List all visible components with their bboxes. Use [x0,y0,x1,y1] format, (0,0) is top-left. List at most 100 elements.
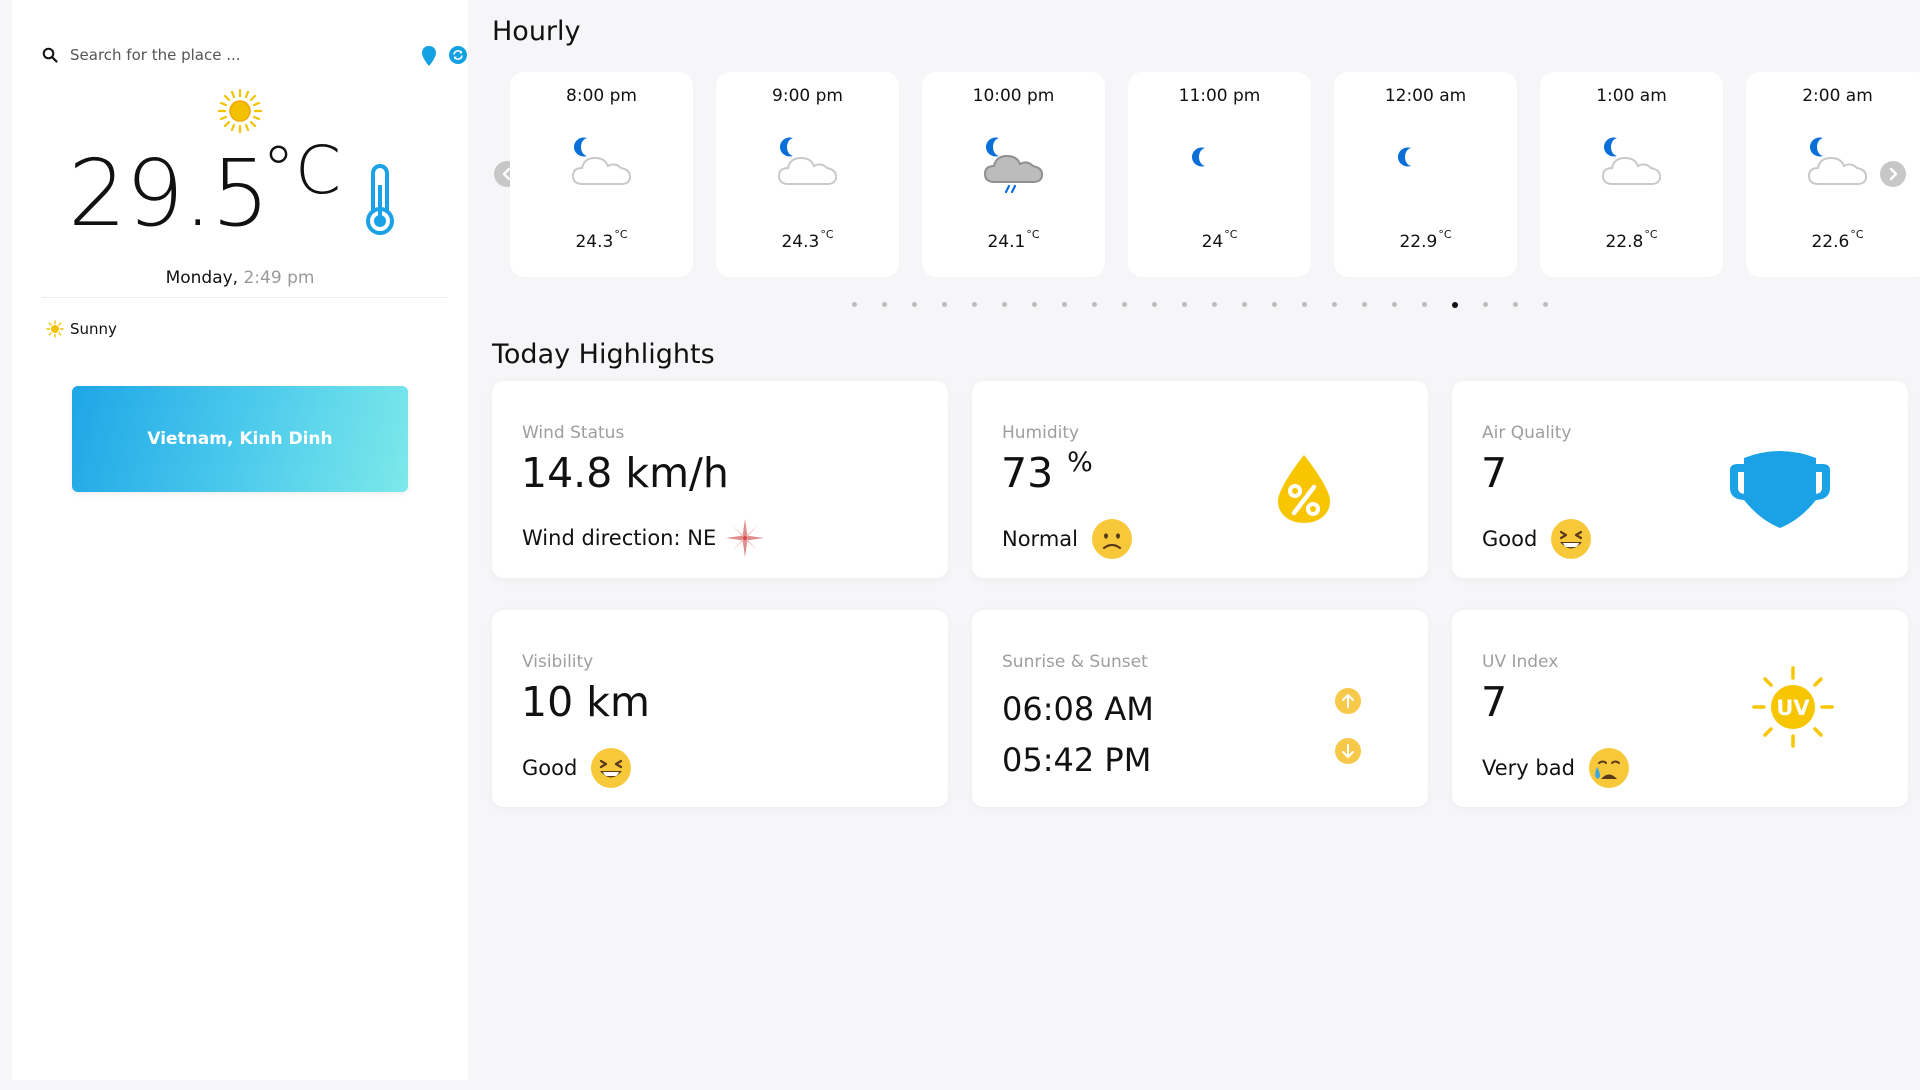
pagination-dot[interactable] [1092,302,1097,307]
pagination-dot[interactable] [1182,302,1187,307]
face-mask-icon [1730,451,1830,528]
uv-value: 7 [1481,678,1508,726]
pagination-dot[interactable] [1212,302,1217,307]
pagination-dot[interactable] [882,302,887,307]
location-pin-icon[interactable] [419,45,439,67]
highlights-title: Today Highlights [492,339,715,370]
pagination-dot[interactable] [852,302,857,307]
sunrise-sunset-card: Sunrise & Sunset 06:08 AM 05:42 PM [972,610,1428,807]
compass-icon [726,518,765,558]
hourly-temperature: 24.3°C [716,228,899,252]
air-quality-label: Air Quality [1482,423,1572,443]
hourly-temp-unit: °C [1224,228,1238,241]
visibility-card: Visibility 10 km Good [492,610,948,807]
date-time: Monday, 2:49 pm [12,268,468,288]
pagination-dot[interactable] [1513,302,1518,307]
hourly-temp-value: 22.9 [1399,232,1438,252]
pagination-dot[interactable] [1242,302,1247,307]
uv-label: UV Index [1482,652,1559,672]
pagination-dot[interactable] [1272,302,1277,307]
uv-status: Very bad [1482,756,1575,780]
condition-row: Sunny [46,320,117,338]
refresh-icon[interactable] [448,45,468,65]
hourly-temp-value: 22.8 [1605,232,1644,252]
carousel-next-button[interactable] [1880,161,1906,187]
uv-index-card: UV Index 7 Very bad UV [1452,610,1908,807]
pagination-dot[interactable] [1362,302,1367,307]
pagination-dot[interactable] [1062,302,1067,307]
pagination-dot[interactable] [1152,302,1157,307]
hourly-time: 10:00 pm [972,86,1055,106]
current-temperature: 29.5 [68,140,270,247]
pagination-dot[interactable] [1332,302,1337,307]
pagination-dot[interactable] [1032,302,1037,307]
condition-label: Sunny [70,320,117,338]
hourly-card[interactable]: 9:00 pm 24.3°C [716,72,899,277]
pagination-dot[interactable] [1483,302,1488,307]
hourly-temp-unit: °C [1644,228,1658,241]
wind-value: 14.8 km/h [521,449,729,497]
hourly-card[interactable]: 8:00 pm 24.3°C [510,72,693,277]
pagination-dot[interactable] [1002,302,1007,307]
hourly-temp-unit: °C [1850,228,1864,241]
wind-direction: Wind direction: NE [522,526,717,550]
hourly-time: 9:00 pm [772,86,843,106]
hourly-card[interactable]: 11:00 pm 24°C [1128,72,1311,277]
moon-rain-cloud-icon [983,137,1044,194]
wind-status-card: Wind Status 14.8 km/h Wind direction: NE [492,381,948,578]
sun-icon [217,88,263,134]
moon-cloud-icon [1601,137,1662,185]
current-time: 2:49 pm [243,268,315,288]
humidity-label: Humidity [1002,423,1080,443]
sunrise-time: 06:08 AM [1002,690,1154,728]
pagination-dot[interactable] [972,302,977,307]
sunset-time: 05:42 PM [1002,741,1152,779]
hourly-card[interactable]: 10:00 pm 24.1°C [922,72,1105,277]
hourly-time: 8:00 pm [566,86,637,106]
air-quality-status-row: Good [1482,517,1593,561]
frown-emoji-icon [1091,519,1132,559]
hourly-temp-unit: °C [1438,228,1452,241]
visibility-status: Good [522,756,578,780]
visibility-status-row: Good [522,746,633,790]
hourly-temp-value: 24 [1201,232,1224,252]
hourly-temp-unit: °C [614,228,628,241]
humidity-value-row: 73% [1001,447,1093,497]
arrow-up-circle-icon [1335,688,1361,714]
hourly-temp-value: 22.6 [1811,232,1850,252]
location-label: Vietnam, Kinh Dinh [147,429,333,449]
sunrise-sunset-label: Sunrise & Sunset [1002,652,1148,672]
hourly-temperature: 22.6°C [1746,228,1920,252]
sun-times: 06:08 AM 05:42 PM [1002,684,1154,786]
search-icon[interactable] [42,47,58,63]
search-input[interactable] [70,46,370,64]
pagination-dot[interactable] [1122,302,1127,307]
pagination-dot[interactable] [1392,302,1397,307]
laughing-emoji-icon [591,748,632,788]
pagination-dot[interactable] [912,302,917,307]
laughing-emoji-icon [1551,519,1592,559]
location-card[interactable]: Vietnam, Kinh Dinh [72,386,408,492]
pagination-dot[interactable] [942,302,947,307]
hourly-temp-unit: °C [1026,228,1040,241]
pagination-dot[interactable] [1452,302,1458,308]
crying-emoji-icon [1588,748,1629,788]
wind-direction-row: Wind direction: NE [522,517,766,559]
hourly-card[interactable]: 1:00 am 22.8°C [1540,72,1723,277]
humidity-value: 73 [1001,449,1054,497]
hourly-card[interactable]: 12:00 am 22.9°C [1334,72,1517,277]
current-day: Monday, [165,268,239,288]
carousel-pagination [852,302,1573,308]
moon-icon [1398,147,1411,167]
pagination-dot[interactable] [1422,302,1427,307]
divider [42,297,447,298]
moon-cloud-icon [1807,137,1868,185]
hourly-temperature: 24.3°C [510,228,693,252]
pagination-dot[interactable] [1302,302,1307,307]
pagination-dot[interactable] [1543,302,1548,307]
moon-icon [1192,147,1205,167]
thermometer-icon [366,164,394,235]
air-quality-card: Air Quality 7 Good [1452,381,1908,578]
hourly-time: 2:00 am [1802,86,1873,106]
hourly-title: Hourly [492,16,581,47]
